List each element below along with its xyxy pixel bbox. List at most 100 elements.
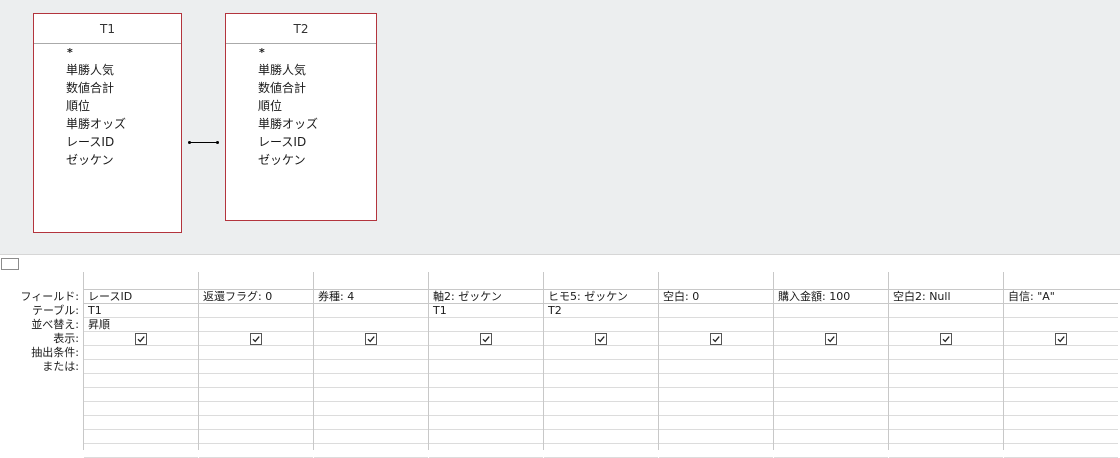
- field-item[interactable]: 単勝オッズ: [258, 115, 376, 133]
- checked-checkbox-icon[interactable]: [365, 333, 377, 345]
- checked-checkbox-icon[interactable]: [480, 333, 492, 345]
- or-cell[interactable]: [84, 402, 198, 416]
- splitter-handle[interactable]: [1, 258, 19, 270]
- or-cell[interactable]: [429, 416, 543, 430]
- show-cell[interactable]: [544, 332, 658, 346]
- checked-checkbox-icon[interactable]: [250, 333, 262, 345]
- or-cell[interactable]: [429, 388, 543, 402]
- or-cell[interactable]: [84, 388, 198, 402]
- grid-column[interactable]: 空白: 0: [658, 290, 773, 458]
- sort-cell[interactable]: [889, 318, 1003, 332]
- field-item-all[interactable]: *: [66, 45, 181, 61]
- table-cell[interactable]: [889, 304, 1003, 318]
- or-cell[interactable]: [659, 416, 773, 430]
- field-item[interactable]: ゼッケン: [66, 151, 181, 169]
- or-cell[interactable]: [544, 402, 658, 416]
- or-cell[interactable]: [314, 444, 428, 458]
- or-cell[interactable]: [199, 444, 313, 458]
- or-cell[interactable]: [199, 416, 313, 430]
- table-cell[interactable]: T1: [84, 304, 198, 318]
- field-item[interactable]: 順位: [258, 97, 376, 115]
- or-cell[interactable]: [84, 360, 198, 374]
- column-selector-bar[interactable]: [83, 272, 1120, 290]
- field-cell[interactable]: 空白: 0: [659, 290, 773, 304]
- sort-cell[interactable]: [199, 318, 313, 332]
- field-item[interactable]: 単勝オッズ: [66, 115, 181, 133]
- or-cell[interactable]: [1004, 360, 1118, 374]
- or-cell[interactable]: [544, 360, 658, 374]
- grid-column[interactable]: 空白2: Null: [888, 290, 1003, 458]
- field-item-all[interactable]: *: [258, 45, 376, 61]
- or-cell[interactable]: [429, 430, 543, 444]
- table-window-t1[interactable]: T1 * 単勝人気 数値合計 順位 単勝オッズ レースID ゼッケン: [33, 13, 182, 233]
- join-line[interactable]: [188, 141, 219, 144]
- table-cell[interactable]: T2: [544, 304, 658, 318]
- or-cell[interactable]: [889, 374, 1003, 388]
- or-cell[interactable]: [84, 374, 198, 388]
- or-cell[interactable]: [314, 430, 428, 444]
- or-cell[interactable]: [889, 416, 1003, 430]
- or-cell[interactable]: [774, 360, 888, 374]
- or-cell[interactable]: [659, 360, 773, 374]
- or-cell[interactable]: [429, 360, 543, 374]
- field-item[interactable]: 数値合計: [66, 79, 181, 97]
- pane-splitter[interactable]: [0, 254, 1120, 272]
- show-cell[interactable]: [774, 332, 888, 346]
- checked-checkbox-icon[interactable]: [710, 333, 722, 345]
- or-cell[interactable]: [659, 374, 773, 388]
- field-cell[interactable]: 軸2: ゼッケン: [429, 290, 543, 304]
- criteria-cell[interactable]: [84, 346, 198, 360]
- or-cell[interactable]: [774, 402, 888, 416]
- or-cell[interactable]: [199, 430, 313, 444]
- table-window-t2[interactable]: T2 * 単勝人気 数値合計 順位 単勝オッズ レースID ゼッケン: [225, 13, 377, 221]
- sort-cell[interactable]: [429, 318, 543, 332]
- checked-checkbox-icon[interactable]: [940, 333, 952, 345]
- field-item[interactable]: 単勝人気: [258, 61, 376, 79]
- grid-column[interactable]: 軸2: ゼッケン T1: [428, 290, 543, 458]
- or-cell[interactable]: [314, 402, 428, 416]
- or-cell[interactable]: [889, 360, 1003, 374]
- table-diagram-pane[interactable]: T1 * 単勝人気 数値合計 順位 単勝オッズ レースID ゼッケン T2 * …: [0, 0, 1120, 254]
- field-cell[interactable]: ヒモ5: ゼッケン: [544, 290, 658, 304]
- or-cell[interactable]: [774, 430, 888, 444]
- table-title[interactable]: T1: [34, 14, 181, 44]
- field-cell[interactable]: 自信: "A": [1004, 290, 1118, 304]
- or-cell[interactable]: [889, 388, 1003, 402]
- criteria-cell[interactable]: [889, 346, 1003, 360]
- or-cell[interactable]: [544, 416, 658, 430]
- or-cell[interactable]: [314, 388, 428, 402]
- criteria-cell[interactable]: [774, 346, 888, 360]
- criteria-cell[interactable]: [314, 346, 428, 360]
- or-cell[interactable]: [1004, 402, 1118, 416]
- table-cell[interactable]: [199, 304, 313, 318]
- field-cell[interactable]: 購入金額: 100: [774, 290, 888, 304]
- or-cell[interactable]: [429, 402, 543, 416]
- criteria-cell[interactable]: [429, 346, 543, 360]
- show-cell[interactable]: [429, 332, 543, 346]
- checked-checkbox-icon[interactable]: [1055, 333, 1067, 345]
- sort-cell[interactable]: 昇順: [84, 318, 198, 332]
- or-cell[interactable]: [429, 444, 543, 458]
- or-cell[interactable]: [774, 388, 888, 402]
- table-cell[interactable]: [1004, 304, 1118, 318]
- or-cell[interactable]: [544, 444, 658, 458]
- or-cell[interactable]: [774, 444, 888, 458]
- grid-column[interactable]: レースID T1 昇順: [83, 290, 198, 458]
- field-item[interactable]: 単勝人気: [66, 61, 181, 79]
- or-cell[interactable]: [314, 416, 428, 430]
- show-cell[interactable]: [314, 332, 428, 346]
- criteria-cell[interactable]: [1004, 346, 1118, 360]
- or-cell[interactable]: [1004, 388, 1118, 402]
- or-cell[interactable]: [1004, 374, 1118, 388]
- or-cell[interactable]: [199, 402, 313, 416]
- or-cell[interactable]: [84, 416, 198, 430]
- or-cell[interactable]: [1004, 430, 1118, 444]
- or-cell[interactable]: [889, 430, 1003, 444]
- table-cell[interactable]: [314, 304, 428, 318]
- or-cell[interactable]: [889, 402, 1003, 416]
- or-cell[interactable]: [659, 388, 773, 402]
- or-cell[interactable]: [659, 444, 773, 458]
- show-cell[interactable]: [199, 332, 313, 346]
- or-cell[interactable]: [1004, 444, 1118, 458]
- criteria-cell[interactable]: [659, 346, 773, 360]
